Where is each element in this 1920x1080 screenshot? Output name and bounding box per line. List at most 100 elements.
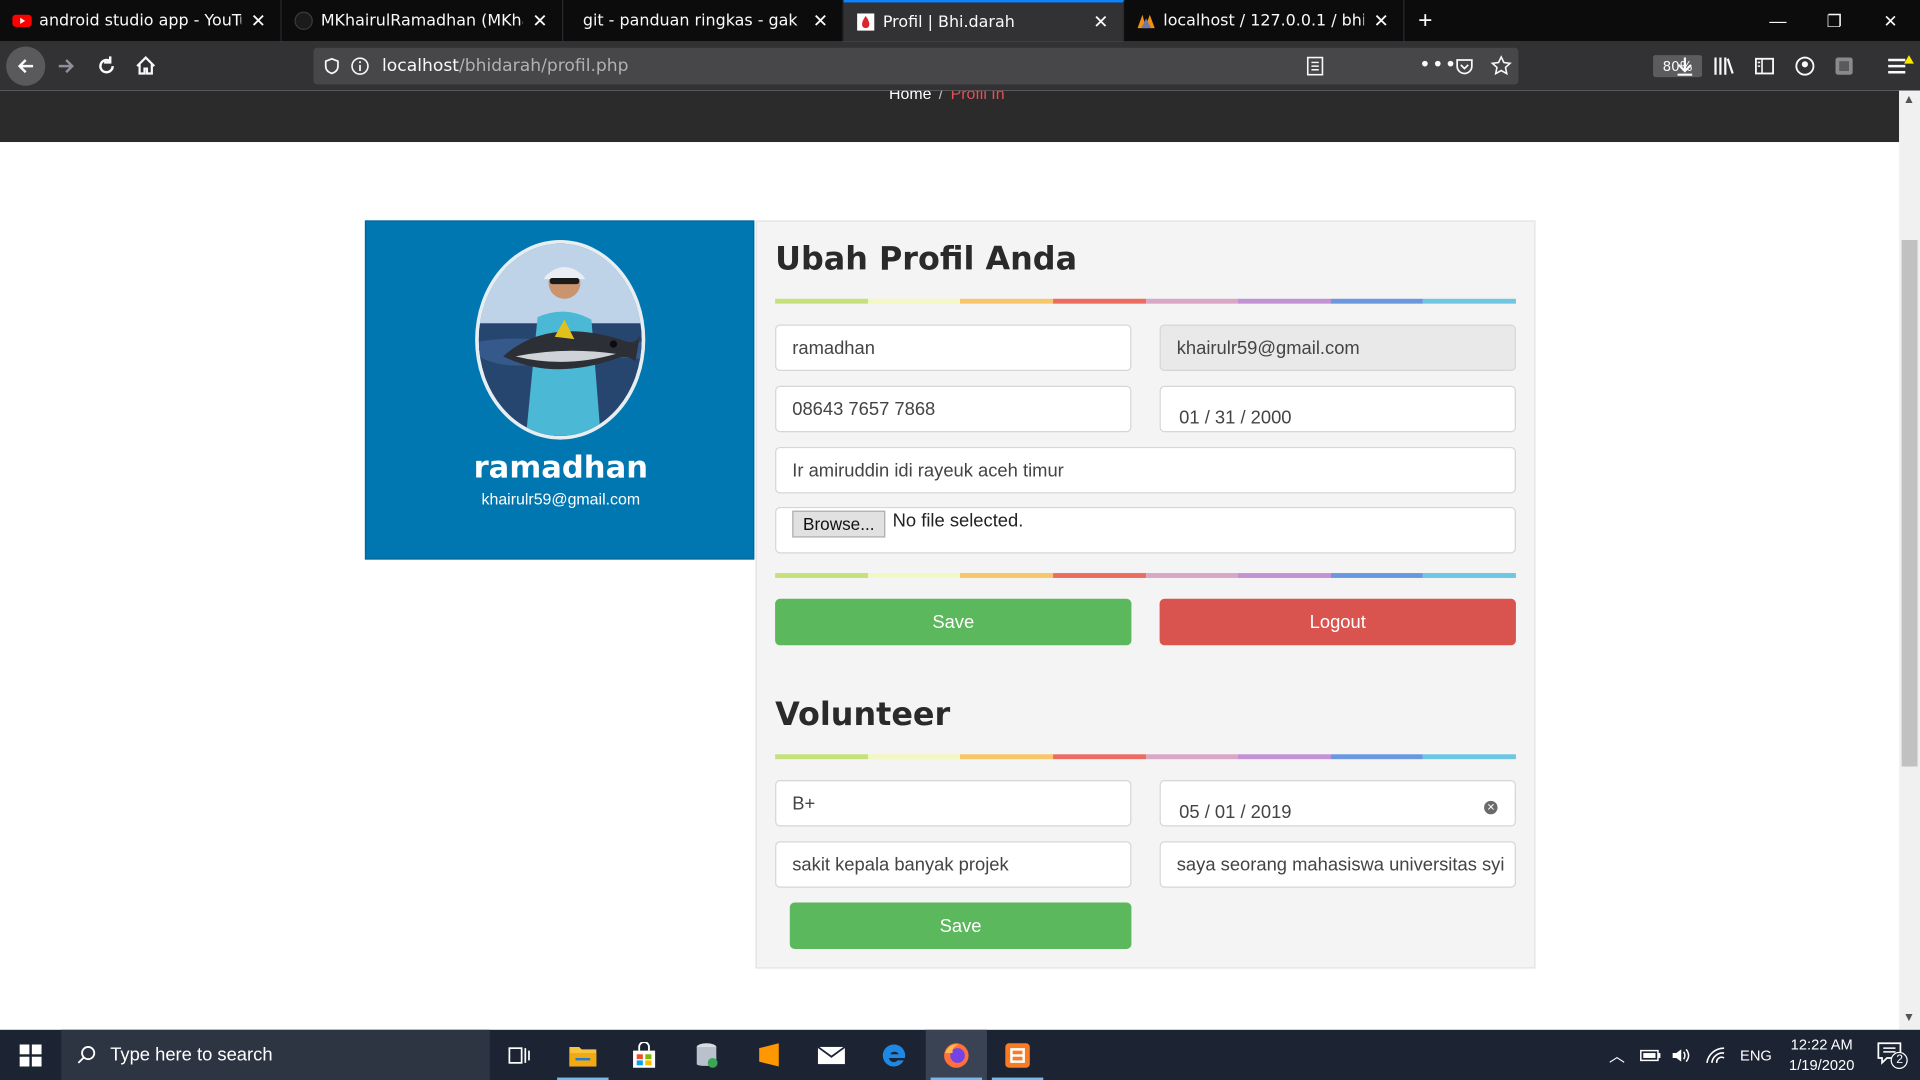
close-icon[interactable]: ✕	[249, 10, 269, 32]
browse-button[interactable]: Browse...	[792, 510, 886, 538]
breadcrumb-home[interactable]: Home	[889, 91, 931, 103]
url-text: localhost/bhidarah/profil.php	[382, 56, 629, 76]
close-icon[interactable]: ✕	[530, 10, 550, 32]
logout-button[interactable]: Logout	[1159, 598, 1516, 646]
tab-youtube[interactable]: android studio app - YouTube ✕	[0, 0, 282, 42]
volunteer-date-field[interactable]: 05 / 01 / 2019 ✕	[1159, 780, 1516, 827]
menu-icon[interactable]	[1886, 54, 1915, 78]
wifi-icon[interactable]	[1706, 1046, 1726, 1063]
battery-icon[interactable]	[1640, 1048, 1662, 1063]
email-field[interactable]: khairulr59@gmail.com	[1159, 324, 1516, 372]
blood-type-field[interactable]: B+	[775, 780, 1132, 827]
save-profile-button[interactable]: Save	[775, 598, 1132, 646]
taskbar-search[interactable]: Type here to search	[61, 1029, 490, 1080]
database-app-button[interactable]	[676, 1030, 737, 1080]
scroll-up-icon[interactable]: ▲	[1903, 93, 1915, 106]
home-button[interactable]	[126, 47, 165, 86]
close-icon[interactable]: ✕	[1371, 10, 1391, 32]
restore-button[interactable]: ❐	[1806, 0, 1862, 42]
rainbow-segment	[1423, 754, 1516, 760]
download-icon[interactable]	[1674, 55, 1696, 77]
close-icon[interactable]: ✕	[1091, 11, 1111, 33]
rainbow-segment	[1423, 298, 1516, 304]
task-view-button[interactable]	[490, 1030, 551, 1080]
photo-upload-field[interactable]: Browse... No file selected.	[775, 506, 1516, 554]
volume-icon[interactable]	[1671, 1046, 1691, 1063]
github-icon	[294, 11, 313, 31]
chevron-up-icon[interactable]: ︿	[1609, 1043, 1625, 1066]
new-tab-button[interactable]: +	[1406, 0, 1445, 42]
account-icon[interactable]	[1794, 55, 1816, 77]
illness-field[interactable]: sakit kepala banyak projek	[775, 841, 1132, 888]
firefox-button[interactable]	[925, 1029, 987, 1080]
rainbow-segment	[775, 754, 868, 760]
clear-icon[interactable]: ✕	[1484, 800, 1498, 815]
edge-button[interactable]	[863, 1030, 924, 1080]
store-icon	[633, 1041, 656, 1068]
scroll-down-icon[interactable]: ▼	[1903, 1011, 1915, 1024]
mail-button[interactable]	[801, 1030, 862, 1080]
rainbow-segment	[1330, 298, 1424, 304]
start-button[interactable]	[0, 1030, 61, 1080]
sublime-text-button[interactable]	[738, 1030, 799, 1080]
minimize-button[interactable]: —	[1750, 0, 1806, 42]
rainbow-segment	[1145, 573, 1239, 578]
store-button[interactable]	[613, 1030, 674, 1080]
sublime-text-icon	[759, 1042, 779, 1066]
library-icon[interactable]	[1713, 55, 1735, 77]
rainbow-divider	[775, 573, 1516, 578]
rainbow-divider	[775, 298, 1516, 304]
close-icon[interactable]: ✕	[811, 10, 831, 32]
forward-button[interactable]	[47, 47, 86, 86]
reload-button[interactable]	[87, 47, 126, 86]
scrollbar-thumb[interactable]	[1901, 240, 1918, 767]
mail-icon	[817, 1045, 846, 1064]
rainbow-segment	[1238, 298, 1331, 304]
page-scrollbar[interactable]: ▲ ▼	[1899, 90, 1920, 1030]
xampp-button[interactable]	[987, 1030, 1048, 1080]
address-field[interactable]: Ir amiruddin idi rayeuk aceh timur	[775, 446, 1516, 494]
url-host: localhost	[382, 56, 459, 76]
url-bar[interactable]: localhost/bhidarah/profil.php 80% •••	[313, 47, 1703, 85]
tab-title: MKhairulRamadhan (MKhairulR	[320, 11, 523, 31]
browser-tab-bar: android studio app - YouTube ✕ MKhairulR…	[0, 0, 1920, 42]
avatar-photo	[478, 243, 642, 436]
reload-icon	[99, 56, 114, 74]
reader-view-icon[interactable]	[1305, 56, 1325, 76]
breadcrumb-separator: /	[938, 90, 944, 103]
rainbow-segment	[1330, 754, 1424, 760]
tab-title: localhost / 127.0.0.1 / bhidarah	[1163, 11, 1364, 31]
page-viewport: Home / Profil In ramadhan khairulr59@gma…	[0, 90, 1900, 1030]
profile-email: khairulr59@gmail.com	[481, 489, 641, 509]
close-window-button[interactable]: ✕	[1862, 0, 1918, 42]
tab-phpmyadmin[interactable]: localhost / 127.0.0.1 / bhidarah ✕	[1124, 0, 1405, 42]
phone-field[interactable]: 08643 7657 7868	[775, 385, 1132, 433]
tab-title: git - panduan ringkas - gak pake ri	[582, 11, 803, 31]
username-field[interactable]: ramadhan	[775, 324, 1132, 372]
back-button[interactable]	[6, 46, 46, 86]
tab-profil[interactable]: Profil | Bhi.darah ✕	[843, 0, 1125, 42]
task-view-icon	[508, 1046, 530, 1064]
rainbow-segment	[1052, 754, 1146, 760]
rainbow-segment	[867, 573, 961, 578]
birthdate-field[interactable]: 01 / 31 / 2000	[1159, 385, 1516, 433]
page-actions-icon[interactable]: •••	[1419, 53, 1457, 76]
clock[interactable]: 12:22 AM 1/19/2020	[1789, 1034, 1854, 1076]
notifications-button[interactable]: 2	[1876, 1040, 1909, 1069]
tab-git-guide[interactable]: git - panduan ringkas - gak pake ri ✕	[563, 0, 844, 42]
pocket-icon[interactable]	[1455, 56, 1475, 76]
language-indicator[interactable]: ENG	[1740, 1046, 1772, 1063]
rainbow-divider	[775, 754, 1516, 760]
rainbow-segment	[867, 298, 961, 304]
extension-icon[interactable]	[1833, 55, 1855, 77]
shield-icon[interactable]	[323, 57, 340, 75]
sidebar-icon[interactable]	[1753, 55, 1775, 77]
description-field[interactable]: saya seorang mahasiswa universitas syi	[1159, 841, 1516, 888]
star-icon[interactable]	[1490, 55, 1512, 77]
firefox-icon	[944, 1042, 969, 1068]
save-volunteer-button[interactable]: Save	[789, 902, 1132, 949]
file-explorer-button[interactable]	[552, 1030, 613, 1080]
rainbow-segment	[1423, 573, 1516, 578]
tab-github[interactable]: MKhairulRamadhan (MKhairulR ✕	[282, 0, 564, 42]
info-icon[interactable]	[350, 56, 370, 76]
